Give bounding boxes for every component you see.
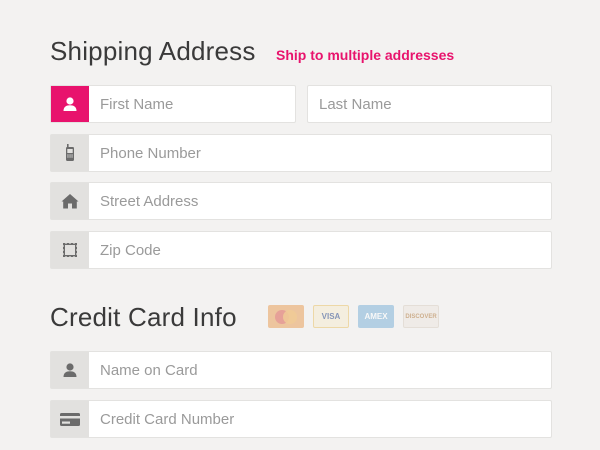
- mastercard-logo: [268, 305, 304, 328]
- visa-logo: VISA: [313, 305, 349, 328]
- name-on-card-input[interactable]: [89, 352, 551, 388]
- phone-number-field[interactable]: [50, 134, 552, 172]
- user-icon: [51, 352, 89, 388]
- street-address-field[interactable]: [50, 182, 552, 220]
- credit-card-icon: [51, 401, 89, 437]
- mobile-phone-icon: [51, 135, 89, 171]
- first-name-input[interactable]: [89, 86, 299, 122]
- zip-code-input[interactable]: [89, 232, 551, 268]
- credit-card-number-field[interactable]: [50, 400, 552, 438]
- visa-logo-text: VISA: [321, 312, 341, 321]
- last-name-field[interactable]: [307, 85, 552, 123]
- credit-card-number-input[interactable]: [89, 401, 551, 437]
- ship-to-multiple-addresses-link[interactable]: Ship to multiple addresses: [276, 47, 454, 63]
- home-icon: [51, 183, 89, 219]
- discover-logo: DISCOVER: [403, 305, 439, 328]
- discover-logo-text: DISCOVER: [405, 313, 437, 320]
- zip-code-field[interactable]: [50, 231, 552, 269]
- shipping-address-title: Shipping Address: [50, 36, 256, 66]
- amex-logo: AMEX: [358, 305, 394, 328]
- street-address-input[interactable]: [89, 183, 551, 219]
- credit-card-info-title: Credit Card Info: [50, 302, 237, 332]
- user-icon: [51, 86, 89, 122]
- phone-number-input[interactable]: [89, 135, 551, 171]
- last-name-input[interactable]: [308, 86, 551, 122]
- amex-logo-text: AMEX: [364, 312, 388, 321]
- first-name-field[interactable]: [50, 85, 299, 123]
- stamp-icon: [51, 232, 89, 268]
- name-on-card-field[interactable]: [50, 351, 552, 389]
